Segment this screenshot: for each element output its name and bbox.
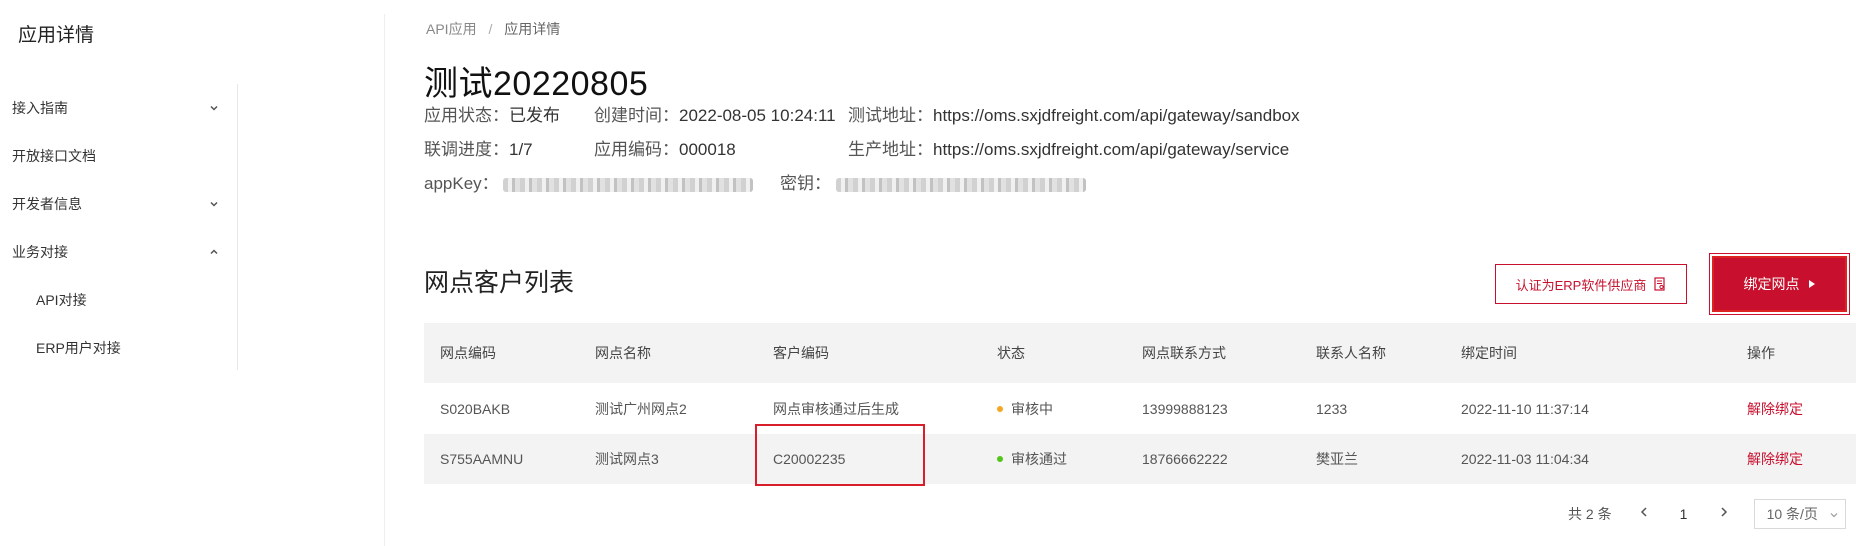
breadcrumb-parent-link[interactable]: API应用 [426,21,477,37]
sidebar-item-label: 开放接口文档 [12,148,96,164]
unbind-link[interactable]: 解除绑定 [1747,449,1856,469]
app-status: 应用状态：已发布 [424,101,560,126]
app-code-label: 应用编码： [594,140,679,159]
column-header: 客户编码 [773,345,829,361]
sidebar-item-api-docs[interactable]: 开放接口文档 [0,132,237,180]
pagination-total: 共 2 条 [1568,506,1612,522]
appkey-value-redacted [503,177,754,192]
table-header: 网点编码 网点名称 客户编码 状态 网点联系方式 联系人名称 绑定时间 操作 [424,323,1856,383]
chevron-down-icon [1830,513,1838,518]
chevron-down-icon [210,105,218,111]
prod-address-label: 生产地址： [848,140,933,159]
app-code: 应用编码：000018 [594,135,736,160]
test-address-label: 测试地址： [848,106,933,125]
outlet-name: 测试网点3 [595,451,659,467]
divider [384,14,385,546]
bind-time: 2022-11-03 11:04:34 [1461,451,1589,467]
status-badge: 审核通过 [997,449,1142,469]
section-title: 网点客户列表 [424,269,575,297]
bind-outlet-label: 绑定网点 [1743,276,1800,292]
created-time: 创建时间：2022-08-05 10:24:11 [594,101,836,126]
main-content: API应用 / 应用详情 测试20220805 应用状态：已发布 创建时间：20… [424,0,1856,546]
test-address: 测试地址：https://oms.sxjdfreight.com/api/gat… [848,101,1300,126]
bind-outlet-button[interactable]: 绑定网点 [1709,253,1850,315]
page-size-value: 10 条/页 [1766,506,1818,522]
table-row: S755AAMNU 测试网点3 C20002235 审核通过 187666622… [424,434,1856,484]
caret-right-icon [1808,280,1815,288]
page-size-select[interactable]: 10 条/页 [1753,499,1846,529]
verify-erp-vendor-button[interactable]: 认证为ERP软件供应商 [1495,264,1687,304]
status-text: 审核通过 [1011,451,1067,467]
sidebar-title: 应用详情 [18,25,95,46]
sidebar-item-business[interactable]: 业务对接 [0,228,237,276]
bind-time: 2022-11-10 11:37:14 [1461,401,1589,417]
chevron-down-icon [210,201,218,207]
app-status-value: 已发布 [509,106,560,125]
sidebar-menu: 接入指南 开放接口文档 开发者信息 业务对接 API对接 ERP用户对接 [0,84,238,370]
app-status-label: 应用状态： [424,106,509,125]
chevron-up-icon [210,249,218,255]
breadcrumb-separator: / [488,21,493,37]
sidebar-item-api-integration[interactable]: API对接 [0,276,237,324]
app-code-value: 000018 [679,140,736,159]
appkey: appKey： [424,169,754,194]
column-header: 网点联系方式 [1142,345,1226,361]
progress-label: 联调进度： [424,140,509,159]
appkey-label: appKey： [424,174,499,193]
status-text: 审核中 [1011,401,1053,417]
column-header: 操作 [1747,345,1775,361]
verify-erp-vendor-label: 认证为ERP软件供应商 [1515,277,1647,293]
contact-name: 1233 [1316,401,1348,417]
status-dot-icon [997,456,1003,462]
secret-label: 密钥： [780,174,831,193]
sidebar-item-label: ERP用户对接 [36,340,121,356]
prod-address: 生产地址：https://oms.sxjdfreight.com/api/gat… [848,135,1289,160]
secret-value-redacted [835,177,1086,192]
sidebar-item-access-guide[interactable]: 接入指南 [0,84,237,132]
page-title: 测试20220805 [424,65,649,103]
column-header: 绑定时间 [1461,345,1517,361]
created-time-label: 创建时间： [594,106,679,125]
column-header: 网点编码 [440,345,496,361]
prev-page-button[interactable] [1626,505,1662,523]
outlet-phone: 13999888123 [1142,401,1228,417]
sidebar-item-label: API对接 [36,292,87,308]
created-time-value: 2022-08-05 10:24:11 [679,106,836,125]
outlet-customer-table: 网点编码 网点名称 客户编码 状态 网点联系方式 联系人名称 绑定时间 操作 S… [424,323,1856,484]
outlet-code: S755AAMNU [440,451,524,467]
column-header: 网点名称 [595,345,651,361]
table-row: S020BAKB 测试广州网点2 网点审核通过后生成 审核中 139998881… [424,384,1856,434]
breadcrumb-current: 应用详情 [504,21,561,37]
sidebar: 应用详情 接入指南 开放接口文档 开发者信息 业务对接 API对接 ERP用户对… [0,0,240,546]
sidebar-item-label: 业务对接 [12,244,68,260]
status-dot-icon [997,406,1003,412]
test-address-value: https://oms.sxjdfreight.com/api/gateway/… [933,106,1300,125]
sidebar-item-developer-info[interactable]: 开发者信息 [0,180,237,228]
progress: 联调进度：1/7 [424,135,533,160]
page-number[interactable]: 1 [1662,506,1706,522]
sidebar-item-erp-integration[interactable]: ERP用户对接 [0,324,237,372]
chevron-left-icon [1640,507,1647,517]
sidebar-item-label: 开发者信息 [12,196,82,212]
unbind-link[interactable]: 解除绑定 [1747,399,1856,419]
contact-name: 樊亚兰 [1316,451,1358,467]
progress-value: 1/7 [509,140,533,159]
outlet-phone: 18766662222 [1142,451,1228,467]
customer-code: 网点审核通过后生成 [773,401,899,417]
column-header: 状态 [997,345,1025,361]
chevron-right-icon [1721,507,1727,517]
outlet-code: S020BAKB [440,401,511,417]
certificate-icon [1654,277,1665,291]
pagination: 共 2 条 1 10 条/页 [1568,499,1846,529]
highlight-annotation [755,424,925,486]
breadcrumb: API应用 / 应用详情 [426,19,560,39]
prod-address-value: https://oms.sxjdfreight.com/api/gateway/… [933,140,1290,159]
secret: 密钥： [780,169,1086,194]
status-badge: 审核中 [997,399,1142,419]
next-page-button[interactable] [1706,505,1742,523]
sidebar-item-label: 接入指南 [12,100,68,116]
column-header: 联系人名称 [1316,345,1386,361]
outlet-name: 测试广州网点2 [595,401,687,417]
